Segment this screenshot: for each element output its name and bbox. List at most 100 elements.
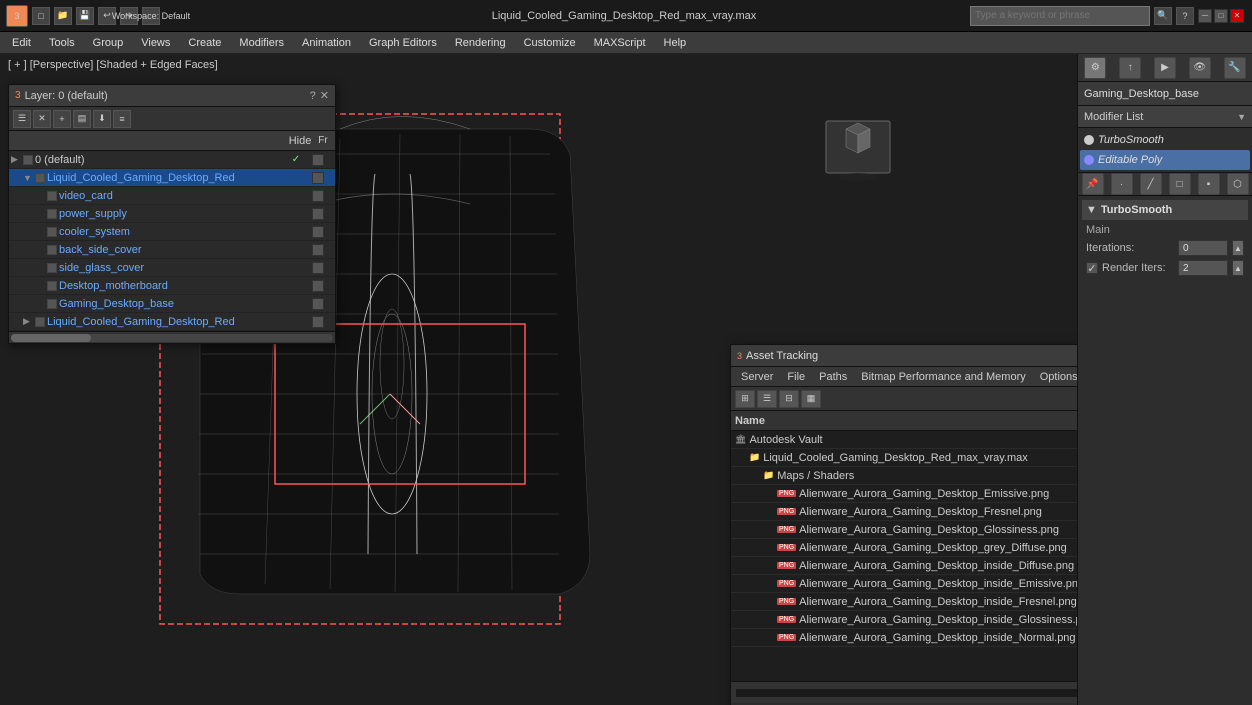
- ts-render-iters-up[interactable]: ▲: [1232, 260, 1244, 276]
- asset-tb-icon3[interactable]: ⊟: [779, 390, 799, 408]
- asset-menu-server[interactable]: Server: [735, 370, 779, 384]
- menu-customize[interactable]: Customize: [516, 35, 584, 51]
- asset-row[interactable]: PNGAlienware_Aurora_Gaming_Desktop_insid…: [731, 593, 1077, 611]
- menu-maxscript[interactable]: MAXScript: [586, 35, 654, 51]
- modifier-item-turbosmooth[interactable]: TurboSmooth: [1080, 130, 1250, 150]
- scrollbar-track[interactable]: [11, 334, 333, 342]
- layer-row[interactable]: ▶Liquid_Cooled_Gaming_Desktop_Red: [9, 313, 335, 331]
- menu-edit[interactable]: Edit: [4, 35, 39, 51]
- layer-expand-icon[interactable]: ▶: [11, 154, 21, 165]
- search-input[interactable]: [970, 6, 1150, 26]
- layer-hide-checkbox[interactable]: [312, 154, 324, 166]
- asset-row[interactable]: PNGAlienware_Aurora_Gaming_Desktop_Fresn…: [731, 503, 1077, 521]
- mod-element-icon[interactable]: ⬡: [1227, 173, 1249, 195]
- layers-delete-icon[interactable]: ✕: [33, 110, 51, 128]
- save-file-button[interactable]: 💾: [76, 7, 94, 25]
- asset-tb-icon4[interactable]: ▦: [801, 390, 821, 408]
- layer-row[interactable]: back_side_cover: [9, 241, 335, 259]
- layer-hide-checkbox[interactable]: [312, 262, 324, 274]
- asset-row[interactable]: PNGAlienware_Aurora_Gaming_Desktop_insid…: [731, 557, 1077, 575]
- layers-close-button[interactable]: ✕: [320, 89, 329, 102]
- rp-icon-display[interactable]: 👁: [1189, 57, 1211, 79]
- ts-render-iters-checkbox[interactable]: ✓: [1086, 262, 1098, 274]
- layers-options-icon[interactable]: ≡: [113, 110, 131, 128]
- layer-row[interactable]: side_glass_cover: [9, 259, 335, 277]
- mod-border-icon[interactable]: □: [1169, 173, 1191, 195]
- layer-hide-checkbox[interactable]: [312, 244, 324, 256]
- layers-merge-icon[interactable]: ⬇: [93, 110, 111, 128]
- menu-create[interactable]: Create: [180, 35, 229, 51]
- layer-row[interactable]: Gaming_Desktop_base: [9, 295, 335, 313]
- maximize-button[interactable]: □: [1214, 9, 1228, 23]
- layer-row[interactable]: cooler_system: [9, 223, 335, 241]
- menu-modifiers[interactable]: Modifiers: [231, 35, 292, 51]
- asset-row[interactable]: 📁Maps / Shaders: [731, 467, 1077, 485]
- asset-row[interactable]: PNGAlienware_Aurora_Gaming_Desktop_insid…: [731, 629, 1077, 647]
- help-button[interactable]: ?: [1176, 7, 1194, 25]
- menu-animation[interactable]: Animation: [294, 35, 359, 51]
- minimize-button[interactable]: ─: [1198, 9, 1212, 23]
- rp-icon-utilities[interactable]: 🔧: [1224, 57, 1246, 79]
- asset-row[interactable]: 📁Liquid_Cooled_Gaming_Desktop_Red_max_vr…: [731, 449, 1077, 467]
- rp-icon-motion[interactable]: ▶: [1154, 57, 1176, 79]
- rp-icon-hierarchy[interactable]: ↑: [1119, 57, 1141, 79]
- search-button[interactable]: 🔍: [1154, 7, 1172, 25]
- layer-row[interactable]: Desktop_motherboard: [9, 277, 335, 295]
- modifier-list-header[interactable]: Modifier List ▼: [1078, 106, 1252, 128]
- open-file-button[interactable]: 📁: [54, 7, 72, 25]
- layer-row[interactable]: power_supply: [9, 205, 335, 223]
- asset-row[interactable]: PNGAlienware_Aurora_Gaming_Desktop_insid…: [731, 575, 1077, 593]
- layer-row[interactable]: ▶0 (default)✓: [9, 151, 335, 169]
- layer-expand-icon[interactable]: ▼: [23, 173, 33, 183]
- ts-render-iters-spinner[interactable]: 2: [1178, 260, 1228, 276]
- menu-graph-editors[interactable]: Graph Editors: [361, 35, 445, 51]
- asset-row[interactable]: 🏛Autodesk VaultLogged: [731, 431, 1077, 449]
- asset-menu-file[interactable]: File: [781, 370, 811, 384]
- asset-row[interactable]: PNGAlienware_Aurora_Gaming_Desktop_insid…: [731, 611, 1077, 629]
- ts-expand-header[interactable]: ▼ TurboSmooth: [1082, 200, 1248, 220]
- menu-group[interactable]: Group: [85, 35, 132, 51]
- asset-menu-bitmap[interactable]: Bitmap Performance and Memory: [855, 370, 1031, 384]
- asset-row[interactable]: PNGAlienware_Aurora_Gaming_Desktop_Gloss…: [731, 521, 1077, 539]
- asset-row[interactable]: PNGAlienware_Aurora_Gaming_Desktop_grey_…: [731, 539, 1077, 557]
- layer-hide-checkbox[interactable]: [312, 316, 324, 328]
- layers-select-icon[interactable]: ▤: [73, 110, 91, 128]
- layer-hide-checkbox[interactable]: [312, 298, 324, 310]
- layer-row[interactable]: video_card: [9, 187, 335, 205]
- ts-iterations-spinner[interactable]: 0: [1178, 240, 1228, 256]
- layer-hide-checkbox[interactable]: [312, 172, 324, 184]
- menu-views[interactable]: Views: [133, 35, 178, 51]
- ts-iterations-up[interactable]: ▲: [1232, 240, 1244, 256]
- layers-help-button[interactable]: ?: [310, 90, 316, 102]
- asset-menu-options[interactable]: Options: [1034, 370, 1077, 384]
- modifier-list-dropdown-icon[interactable]: ▼: [1237, 112, 1246, 122]
- navigator-widget[interactable]: [824, 119, 892, 187]
- menu-help[interactable]: Help: [656, 35, 695, 51]
- mod-vertex-icon[interactable]: ·: [1111, 173, 1133, 195]
- layer-hide-checkbox[interactable]: [312, 208, 324, 220]
- asset-table[interactable]: Name Status 🏛Autodesk VaultLogged📁Liquid…: [731, 411, 1077, 681]
- asset-menu-paths[interactable]: Paths: [813, 370, 853, 384]
- mod-poly-icon[interactable]: ▪: [1198, 173, 1220, 195]
- layer-hide-checkbox[interactable]: [312, 226, 324, 238]
- close-button[interactable]: ✕: [1230, 9, 1244, 23]
- mod-pin-icon[interactable]: 📌: [1082, 173, 1104, 195]
- menu-rendering[interactable]: Rendering: [447, 35, 514, 51]
- asset-row[interactable]: PNGAlienware_Aurora_Gaming_Desktop_Emiss…: [731, 485, 1077, 503]
- rp-icon-modify[interactable]: ⚙: [1084, 57, 1106, 79]
- layer-expand-icon[interactable]: ▶: [23, 316, 33, 327]
- asset-tb-icon2[interactable]: ☰: [757, 390, 777, 408]
- layer-hide-checkbox[interactable]: [312, 280, 324, 292]
- new-file-button[interactable]: □: [32, 7, 50, 25]
- layers-scrollbar[interactable]: [9, 331, 335, 343]
- layer-hide-checkbox[interactable]: [312, 190, 324, 202]
- modifier-item-editablepoly[interactable]: Editable Poly: [1080, 150, 1250, 170]
- layers-add-icon[interactable]: +: [53, 110, 71, 128]
- asset-tb-icon1[interactable]: ⊞: [735, 390, 755, 408]
- viewport[interactable]: [ + ] [Perspective] [Shaded + Edged Face…: [0, 54, 1077, 705]
- layer-row[interactable]: ▼Liquid_Cooled_Gaming_Desktop_Red: [9, 169, 335, 187]
- menu-tools[interactable]: Tools: [41, 35, 83, 51]
- workspace-dropdown[interactable]: Workspace: Default: [142, 7, 160, 25]
- mod-edge-icon[interactable]: ╱: [1140, 173, 1162, 195]
- scrollbar-thumb[interactable]: [11, 334, 91, 342]
